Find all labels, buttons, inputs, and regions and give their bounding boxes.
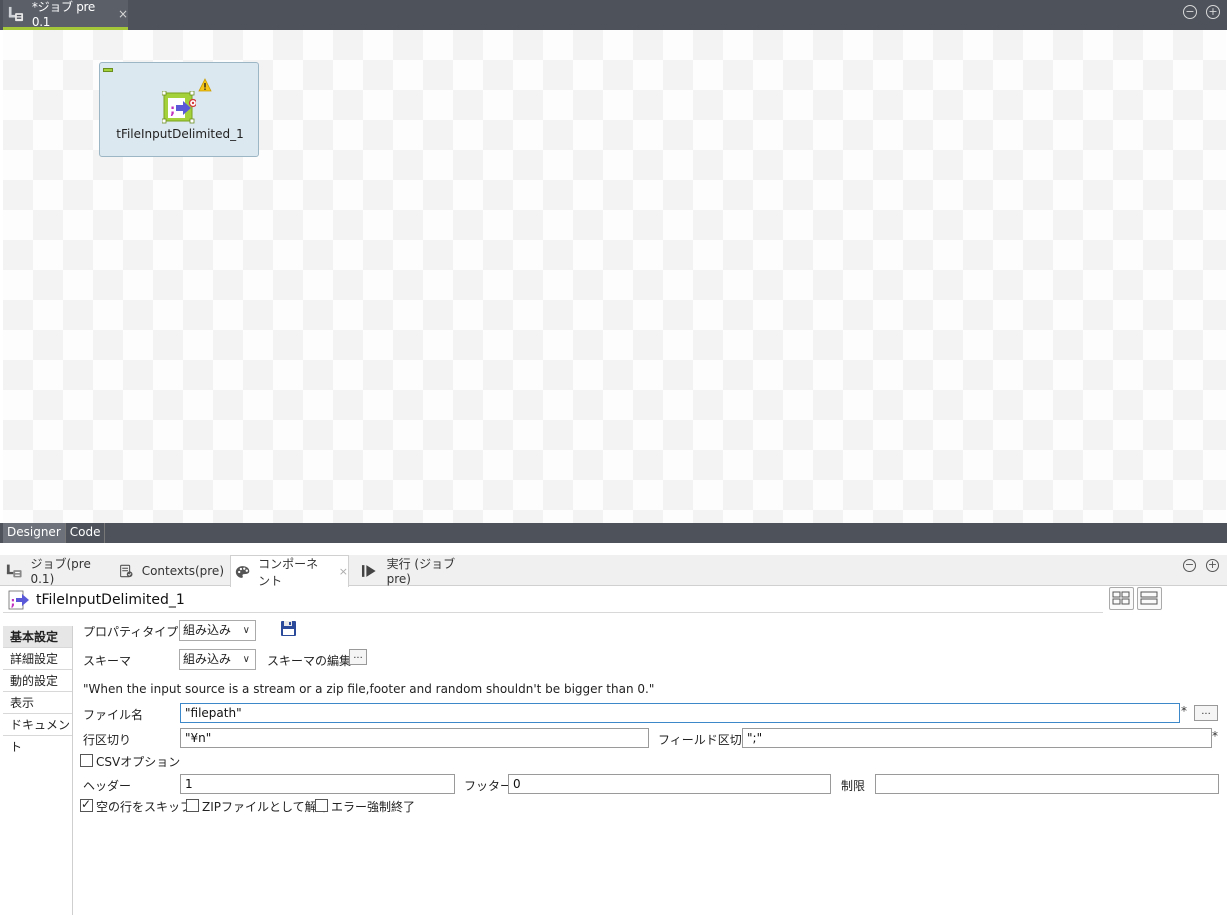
edit-schema-label: スキーマの編集 <box>267 654 352 668</box>
run-icon <box>361 564 376 577</box>
tab-component-label: コンポーネント <box>258 556 319 588</box>
row-separator-label: 行区切り <box>83 733 132 747</box>
schema-value: 組み込み <box>183 652 232 666</box>
sidebar-item-documentation[interactable]: ドキュメント <box>3 714 72 754</box>
skip-empty-rows-checkbox[interactable] <box>80 797 93 812</box>
svg-text:;: ; <box>11 595 16 609</box>
save-icon[interactable] <box>280 620 297 637</box>
property-type-select[interactable]: 組み込み ∨ <box>179 620 256 641</box>
warning-icon <box>198 78 212 92</box>
sidebar-item-view[interactable]: 表示 <box>3 692 72 714</box>
property-type-label: プロパティタイプ <box>83 625 179 639</box>
filename-label: ファイル名 <box>83 708 144 722</box>
tab-component[interactable]: コンポーネント × <box>230 555 349 588</box>
footer-label: フッター <box>464 779 513 793</box>
tab-contexts-label: Contexts(pre) <box>141 563 224 578</box>
contexts-icon <box>120 564 133 577</box>
editor-tab-label: *ジョブ pre 0.1 <box>31 0 96 29</box>
tab-code[interactable]: Code <box>66 523 106 543</box>
minimize-icon[interactable]: − <box>1183 559 1196 572</box>
layout-grid-button[interactable] <box>1109 587 1134 610</box>
tab-run-label: 実行 (ジョブ pre) <box>386 557 456 586</box>
tab-designer[interactable]: Designer <box>3 523 66 543</box>
csv-option-checkbox[interactable] <box>80 754 93 767</box>
panel-tabbar: ジョブ(pre 0.1) Contexts(pre) コンポーネント × 実行 … <box>0 555 1227 588</box>
file-input-delimited-icon: ; <box>8 590 29 610</box>
header-input[interactable]: 1 <box>180 774 455 794</box>
close-icon[interactable]: × <box>339 565 348 578</box>
sidebar-item-advanced-settings[interactable]: 詳細設定 <box>3 648 72 670</box>
minimize-icon[interactable]: − <box>1183 5 1197 19</box>
tab-run[interactable]: 実行 (ジョブ pre) <box>361 555 481 586</box>
die-on-error-label: エラー強制終了 <box>331 800 416 814</box>
chevron-down-icon: ∨ <box>242 625 250 636</box>
maximize-icon[interactable]: + <box>1206 559 1219 572</box>
tab-job[interactable]: ジョブ(pre 0.1) <box>6 555 111 586</box>
chevron-down-icon: ∨ <box>242 654 250 665</box>
required-marker: * <box>1212 729 1218 743</box>
schema-select[interactable]: 組み込み ∨ <box>179 649 256 670</box>
browse-file-button[interactable]: ... <box>1194 705 1218 721</box>
sidebar-item-dynamic-settings[interactable]: 動的設定 <box>3 670 72 692</box>
tab-job-label: ジョブ(pre 0.1) <box>30 557 91 586</box>
footer-input[interactable]: 0 <box>508 774 831 794</box>
edit-schema-button[interactable]: ... <box>349 649 367 665</box>
layout-rows-button[interactable] <box>1137 587 1162 610</box>
header-label: ヘッダー <box>83 779 132 793</box>
property-type-value: 組み込み <box>183 623 232 637</box>
field-separator-input[interactable]: ";" <box>742 728 1212 748</box>
svg-text:;: ; <box>170 103 175 118</box>
limit-input[interactable] <box>875 774 1219 794</box>
close-icon[interactable]: × <box>118 7 128 21</box>
limit-label: 制限 <box>841 779 866 793</box>
unzip-label: ZIPファイルとして解凍 <box>202 800 329 814</box>
required-marker: * <box>1181 704 1187 718</box>
component-node-label: tFileInputDelimited_1 <box>116 127 244 141</box>
editor-tab-job-pre[interactable]: *ジョブ pre 0.1 × <box>3 0 128 30</box>
field-separator-label: フィールド区切り <box>658 733 754 747</box>
editor-view-tabs: Designer Code <box>0 523 1227 543</box>
die-on-error-checkbox[interactable] <box>315 799 328 812</box>
tab-contexts[interactable]: Contexts(pre) <box>119 555 224 586</box>
skip-empty-rows-label: 空の行をスキップ <box>96 800 193 814</box>
palette-icon <box>235 565 250 578</box>
sidebar-item-basic-settings[interactable]: 基本設定 <box>3 626 72 648</box>
component-node[interactable]: ; tFileInputDelimited_1 <box>99 62 259 157</box>
maximize-icon[interactable]: + <box>1206 5 1220 19</box>
job-icon <box>8 6 24 21</box>
csv-option-label: CSVオプション <box>96 755 181 769</box>
warning-message: "When the input source is a stream or a … <box>83 682 655 696</box>
unzip-checkbox[interactable] <box>186 799 199 812</box>
component-title: tFileInputDelimited_1 <box>36 592 185 608</box>
rows-layout-icon <box>1140 591 1158 605</box>
grid-layout-icon <box>1112 591 1130 605</box>
job-icon <box>6 564 22 577</box>
filename-input[interactable]: "filepath" <box>180 703 1180 723</box>
file-input-delimited-icon: ; <box>162 91 196 124</box>
component-title-bar: ; tFileInputDelimited_1 <box>3 588 1103 613</box>
settings-side-nav: 基本設定 詳細設定 動的設定 表示 ドキュメント <box>3 626 73 915</box>
node-status-handle <box>103 68 113 72</box>
editor-tabbar: *ジョブ pre 0.1 × − + <box>0 0 1227 30</box>
schema-label: スキーマ <box>83 654 132 668</box>
designer-canvas[interactable]: ; tFileInputDelimited_1 <box>3 30 1226 523</box>
row-separator-input[interactable]: "¥n" <box>180 728 649 748</box>
properties-panel: ジョブ(pre 0.1) Contexts(pre) コンポーネント × 実行 … <box>0 543 1227 915</box>
